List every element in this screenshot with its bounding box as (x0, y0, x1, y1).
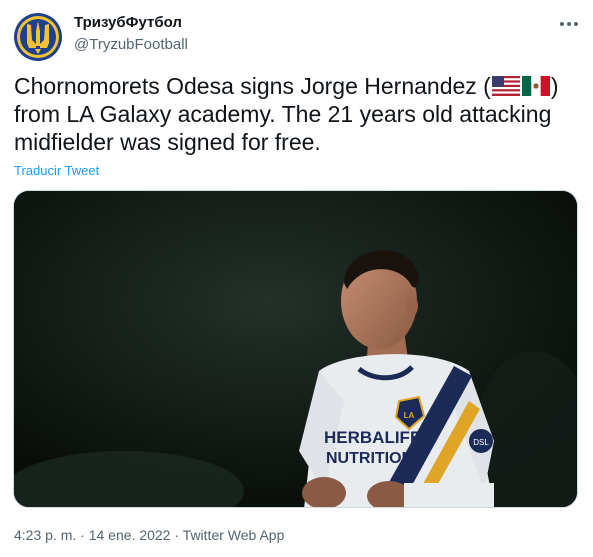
avatar[interactable] (14, 13, 62, 61)
flag-mexico-icon (521, 76, 550, 96)
separator-dot: · (76, 527, 89, 543)
tweet-media-image[interactable]: LA HERBALIFE NUTRITION DSL (13, 190, 578, 508)
tweet-text: Chornomorets Odesa signs Jorge Hernandez… (14, 72, 574, 156)
tweet: ТризубФутбол @TryzubFootball Chornomoret… (0, 0, 593, 557)
handle[interactable]: @TryzubFootball (74, 36, 188, 53)
trident-logo-icon (14, 13, 62, 61)
kit-sponsor-line-2: NUTRITION (326, 450, 413, 467)
tweet-text-start: Chornomorets Odesa signs Jorge Hernandez… (14, 73, 491, 99)
kit-sponsor-line-1: HERBALIFE (324, 428, 421, 447)
sleeve-patch-text: DSL (473, 438, 489, 447)
tweet-source[interactable]: Twitter Web App (183, 527, 285, 543)
more-options-icon[interactable] (556, 14, 582, 34)
translate-tweet-link[interactable]: Traducir Tweet (14, 163, 99, 178)
club-badge-text: LA (404, 411, 415, 420)
tweet-time[interactable]: 4:23 p. m. (14, 527, 76, 543)
tweet-date[interactable]: 14 ene. 2022 (89, 527, 171, 543)
flag-usa-icon (491, 76, 520, 96)
tweet-timestamp[interactable]: 4:23 p. m. · 14 ene. 2022 · Twitter Web … (14, 527, 284, 543)
separator-dot: · (170, 527, 183, 543)
display-name[interactable]: ТризубФутбол (74, 14, 182, 31)
